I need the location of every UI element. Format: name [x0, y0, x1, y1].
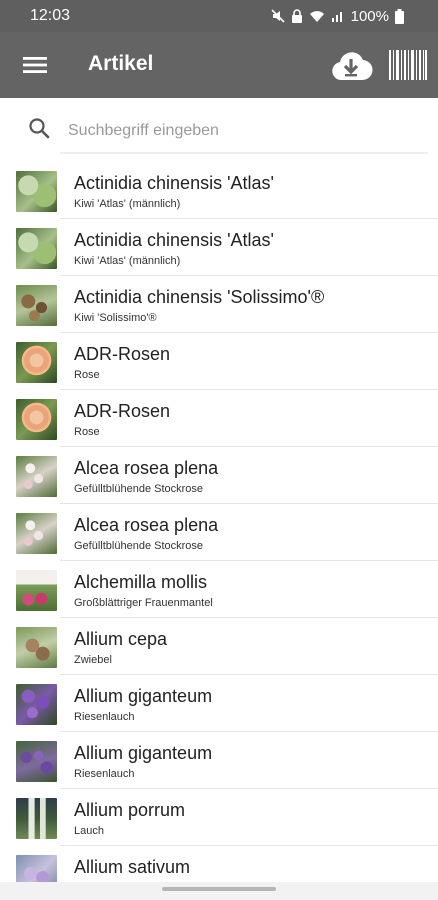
list-item[interactable]: Actinidia chinensis 'Atlas' Kiwi 'Atlas' … [0, 219, 438, 276]
item-subtitle: Zwiebel [74, 654, 112, 666]
status-time: 12:03 [30, 7, 71, 24]
list-item[interactable]: Allium sativum [0, 846, 438, 882]
item-subtitle: Rose [74, 369, 100, 381]
battery-percent: 100% [350, 7, 389, 25]
wifi-icon [309, 9, 325, 23]
list-item[interactable]: Allium giganteum Riesenlauch [0, 732, 438, 789]
cloud-download-button[interactable] [329, 48, 373, 84]
list-item[interactable]: Allium porrum Lauch [0, 789, 438, 846]
item-title: Alcea rosea plena [74, 458, 219, 478]
lock-icon [291, 9, 303, 23]
list-item[interactable]: Alcea rosea plena Gefülltblühende Stockro… [0, 447, 438, 504]
app-bar: Artikel [0, 32, 438, 98]
item-subtitle: Gefülltblühende Stockrose [74, 540, 204, 552]
mute-icon [271, 9, 285, 23]
item-thumbnail [16, 285, 57, 326]
item-title: ADR-Rosen [74, 401, 171, 421]
barcode-scan-button[interactable] [388, 48, 428, 82]
battery-icon [395, 8, 404, 24]
list-item[interactable]: ADR-Rosen Rose [0, 333, 438, 390]
item-subtitle: Riesenlauch [74, 768, 135, 780]
menu-icon [23, 57, 47, 73]
item-subtitle: Großblättriger Frauenmantel [74, 597, 213, 609]
cloud-download-icon [332, 52, 373, 81]
item-subtitle: Lauch [74, 825, 104, 837]
item-title: Allium sativum [74, 857, 191, 877]
search-input[interactable] [60, 110, 428, 154]
menu-button[interactable] [22, 52, 48, 78]
status-icons: 100% [271, 7, 404, 25]
item-title: Allium cepa [74, 629, 168, 649]
page-title: Artikel [88, 52, 154, 75]
article-list: Actinidia chinensis 'Atlas' Kiwi 'Atlas' … [0, 162, 438, 882]
item-subtitle: Kiwi 'Solissimo'® [74, 312, 157, 324]
barcode-icon [389, 50, 427, 80]
status-bar: 12:03 100% [0, 0, 438, 32]
item-title: Allium giganteum [74, 743, 213, 763]
search-icon [29, 118, 50, 139]
list-item[interactable]: Allium cepa Zwiebel [0, 618, 438, 675]
list-item[interactable]: Alchemilla mollis Großblättriger Frauenma… [0, 561, 438, 618]
item-subtitle: Rose [74, 426, 100, 438]
item-subtitle: Kiwi 'Atlas' (männlich) [74, 255, 181, 267]
item-thumbnail [16, 513, 57, 554]
search-bar [0, 98, 438, 158]
item-thumbnail [16, 399, 57, 440]
home-gesture-handle[interactable] [162, 887, 276, 891]
list-item[interactable]: ADR-Rosen Rose [0, 390, 438, 447]
item-subtitle: Riesenlauch [74, 711, 135, 723]
item-thumbnail [16, 342, 57, 383]
item-thumbnail [16, 627, 57, 668]
item-thumbnail [16, 798, 57, 839]
navigation-bar [0, 882, 438, 900]
item-title: Actinidia chinensis 'Solissimo'® [74, 287, 325, 307]
list-item[interactable]: Actinidia chinensis 'Solissimo'® Kiwi 'So… [0, 276, 438, 333]
item-subtitle: Gefülltblühende Stockrose [74, 483, 204, 495]
item-thumbnail [16, 171, 57, 212]
item-thumbnail [16, 855, 57, 882]
item-thumbnail [16, 684, 57, 725]
item-title: Alcea rosea plena [74, 515, 219, 535]
list-item[interactable]: Allium giganteum Riesenlauch [0, 675, 438, 732]
item-title: Allium giganteum [74, 686, 213, 706]
signal-icon [331, 9, 345, 23]
list-item[interactable]: Actinidia chinensis 'Atlas' Kiwi 'Atlas' … [0, 162, 438, 219]
item-title: Actinidia chinensis 'Atlas' [74, 173, 274, 193]
list-item[interactable]: Alcea rosea plena Gefülltblühende Stockro… [0, 504, 438, 561]
item-thumbnail [16, 741, 57, 782]
item-thumbnail [16, 570, 57, 611]
item-title: ADR-Rosen [74, 344, 171, 364]
item-title: Allium porrum [74, 800, 186, 820]
item-thumbnail [16, 228, 57, 269]
item-thumbnail [16, 456, 57, 497]
item-subtitle: Kiwi 'Atlas' (männlich) [74, 198, 181, 210]
item-title: Actinidia chinensis 'Atlas' [74, 230, 274, 250]
item-title: Alchemilla mollis [74, 572, 208, 592]
